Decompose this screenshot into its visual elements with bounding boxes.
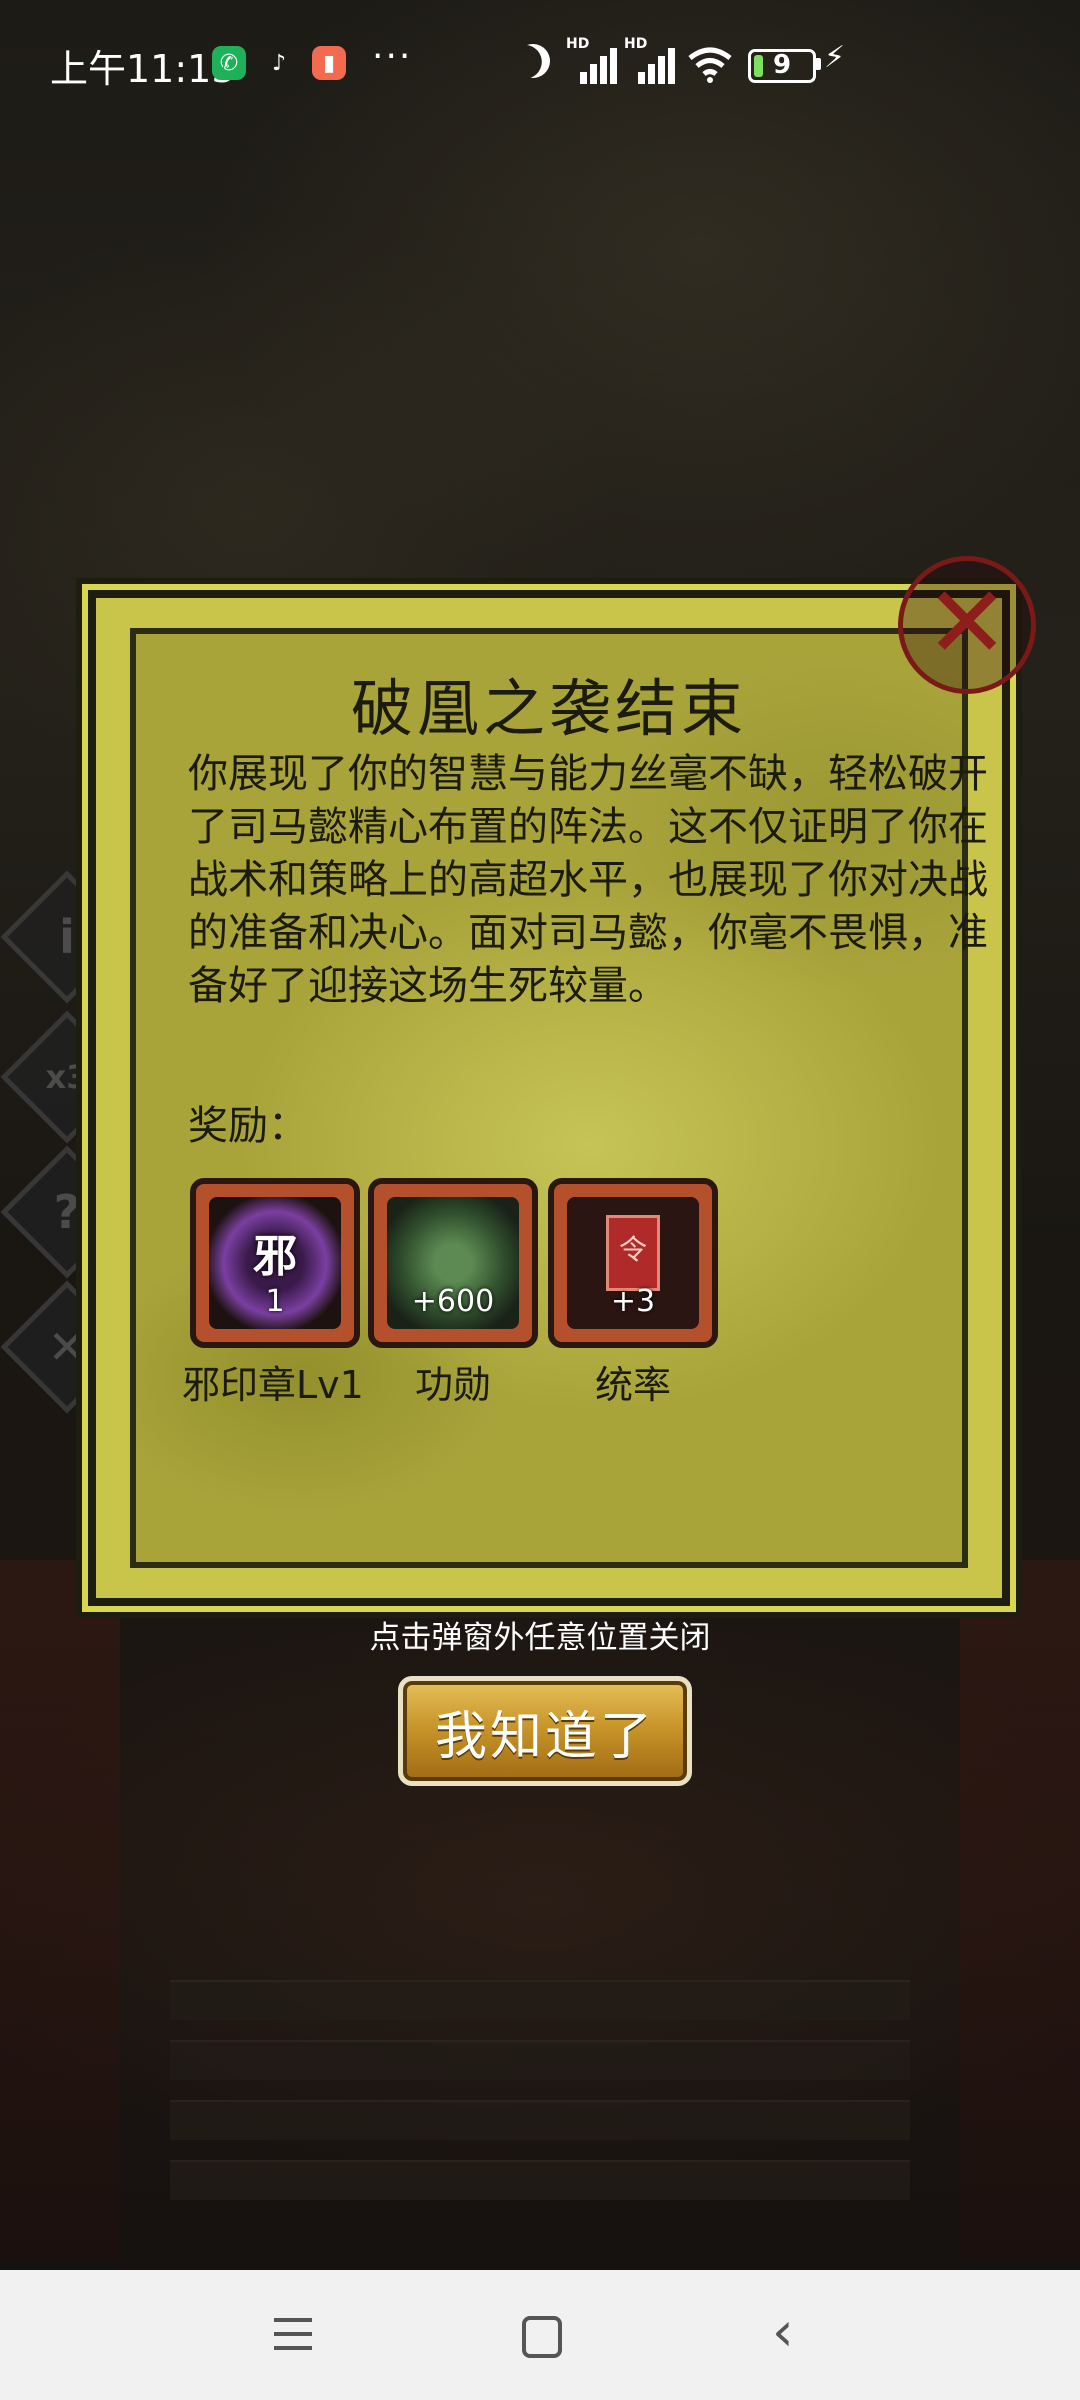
battery-icon: 9 xyxy=(748,49,816,83)
dismiss-hint: 点击弹窗外任意位置关闭 xyxy=(369,1620,711,1656)
recent-apps-menu-icon[interactable] xyxy=(274,2318,312,2352)
reward-name: 功勋 xyxy=(414,1363,491,1407)
close-icon: ✕ xyxy=(925,564,1009,681)
merit-medal-icon: +600 xyxy=(387,1197,519,1329)
more-dots-icon: ··· xyxy=(372,36,413,77)
command-token-icon: 令 +3 xyxy=(567,1197,699,1329)
home-square-icon[interactable] xyxy=(522,2316,562,2358)
status-bar: 上午11:13 ✆ ♪ ▮ ··· HD HD 9 ⚡ xyxy=(0,0,1080,130)
status-time: 上午11:13 xyxy=(50,47,236,91)
back-chevron-icon[interactable]: ‹ xyxy=(772,2300,794,2363)
dialog-close-button[interactable]: ✕ xyxy=(898,556,1036,694)
system-navigation-bar: ‹ xyxy=(0,2270,1080,2400)
hd-signal-icon: HD xyxy=(624,36,676,84)
rewards-label: 奖励： xyxy=(188,1103,308,1149)
reward-name: 统率 xyxy=(594,1363,671,1407)
reward-quantity: 1 xyxy=(265,1284,285,1319)
battery-level: 9 xyxy=(772,50,792,80)
reward-name: 邪印章Lv1 xyxy=(182,1363,364,1407)
acknowledge-button[interactable]: 我知道了 xyxy=(398,1676,692,1786)
do-not-disturb-moon-icon xyxy=(511,39,555,83)
tiktok-icon: ♪ xyxy=(271,50,287,76)
phone-app-icon: ✆ xyxy=(212,46,246,80)
temple-pillar-right xyxy=(960,1560,1080,2260)
temple-stair xyxy=(170,1980,910,2020)
temple-stair xyxy=(170,2100,910,2140)
reward-frame: 邪 1 xyxy=(190,1178,360,1348)
reward-item-seal[interactable]: 邪 1 邪印章Lv1 xyxy=(182,1178,364,1409)
reward-item-command[interactable]: 令 +3 统率 xyxy=(548,1178,718,1409)
wifi-icon xyxy=(688,47,732,83)
reward-frame: +600 xyxy=(368,1178,538,1348)
temple-pillar-left xyxy=(0,1560,120,2260)
reward-item-merit[interactable]: +600 功勋 xyxy=(368,1178,538,1409)
temple-stair xyxy=(170,2160,910,2200)
hd-signal-icon: HD xyxy=(566,36,618,84)
temple-stair xyxy=(170,2040,910,2080)
evil-seal-icon: 邪 1 xyxy=(209,1197,341,1329)
dialog-title: 破凰之袭结束 xyxy=(350,672,747,745)
charging-bolt-icon: ⚡ xyxy=(824,40,846,75)
reward-quantity: +3 xyxy=(610,1284,656,1319)
event-result-dialog: 破凰之袭结束 你展现了你的智慧与能力丝毫不缺，轻松破开了司马懿精心布置的阵法。这… xyxy=(88,590,1010,1606)
reward-quantity: +600 xyxy=(411,1284,495,1319)
clipboard-app-icon: ▮ xyxy=(312,46,346,80)
reward-frame: 令 +3 xyxy=(548,1178,718,1348)
dialog-body-text: 你展现了你的智慧与能力丝毫不缺，轻松破开了司马懿精心布置的阵法。这不仅证明了你在… xyxy=(188,751,988,1009)
